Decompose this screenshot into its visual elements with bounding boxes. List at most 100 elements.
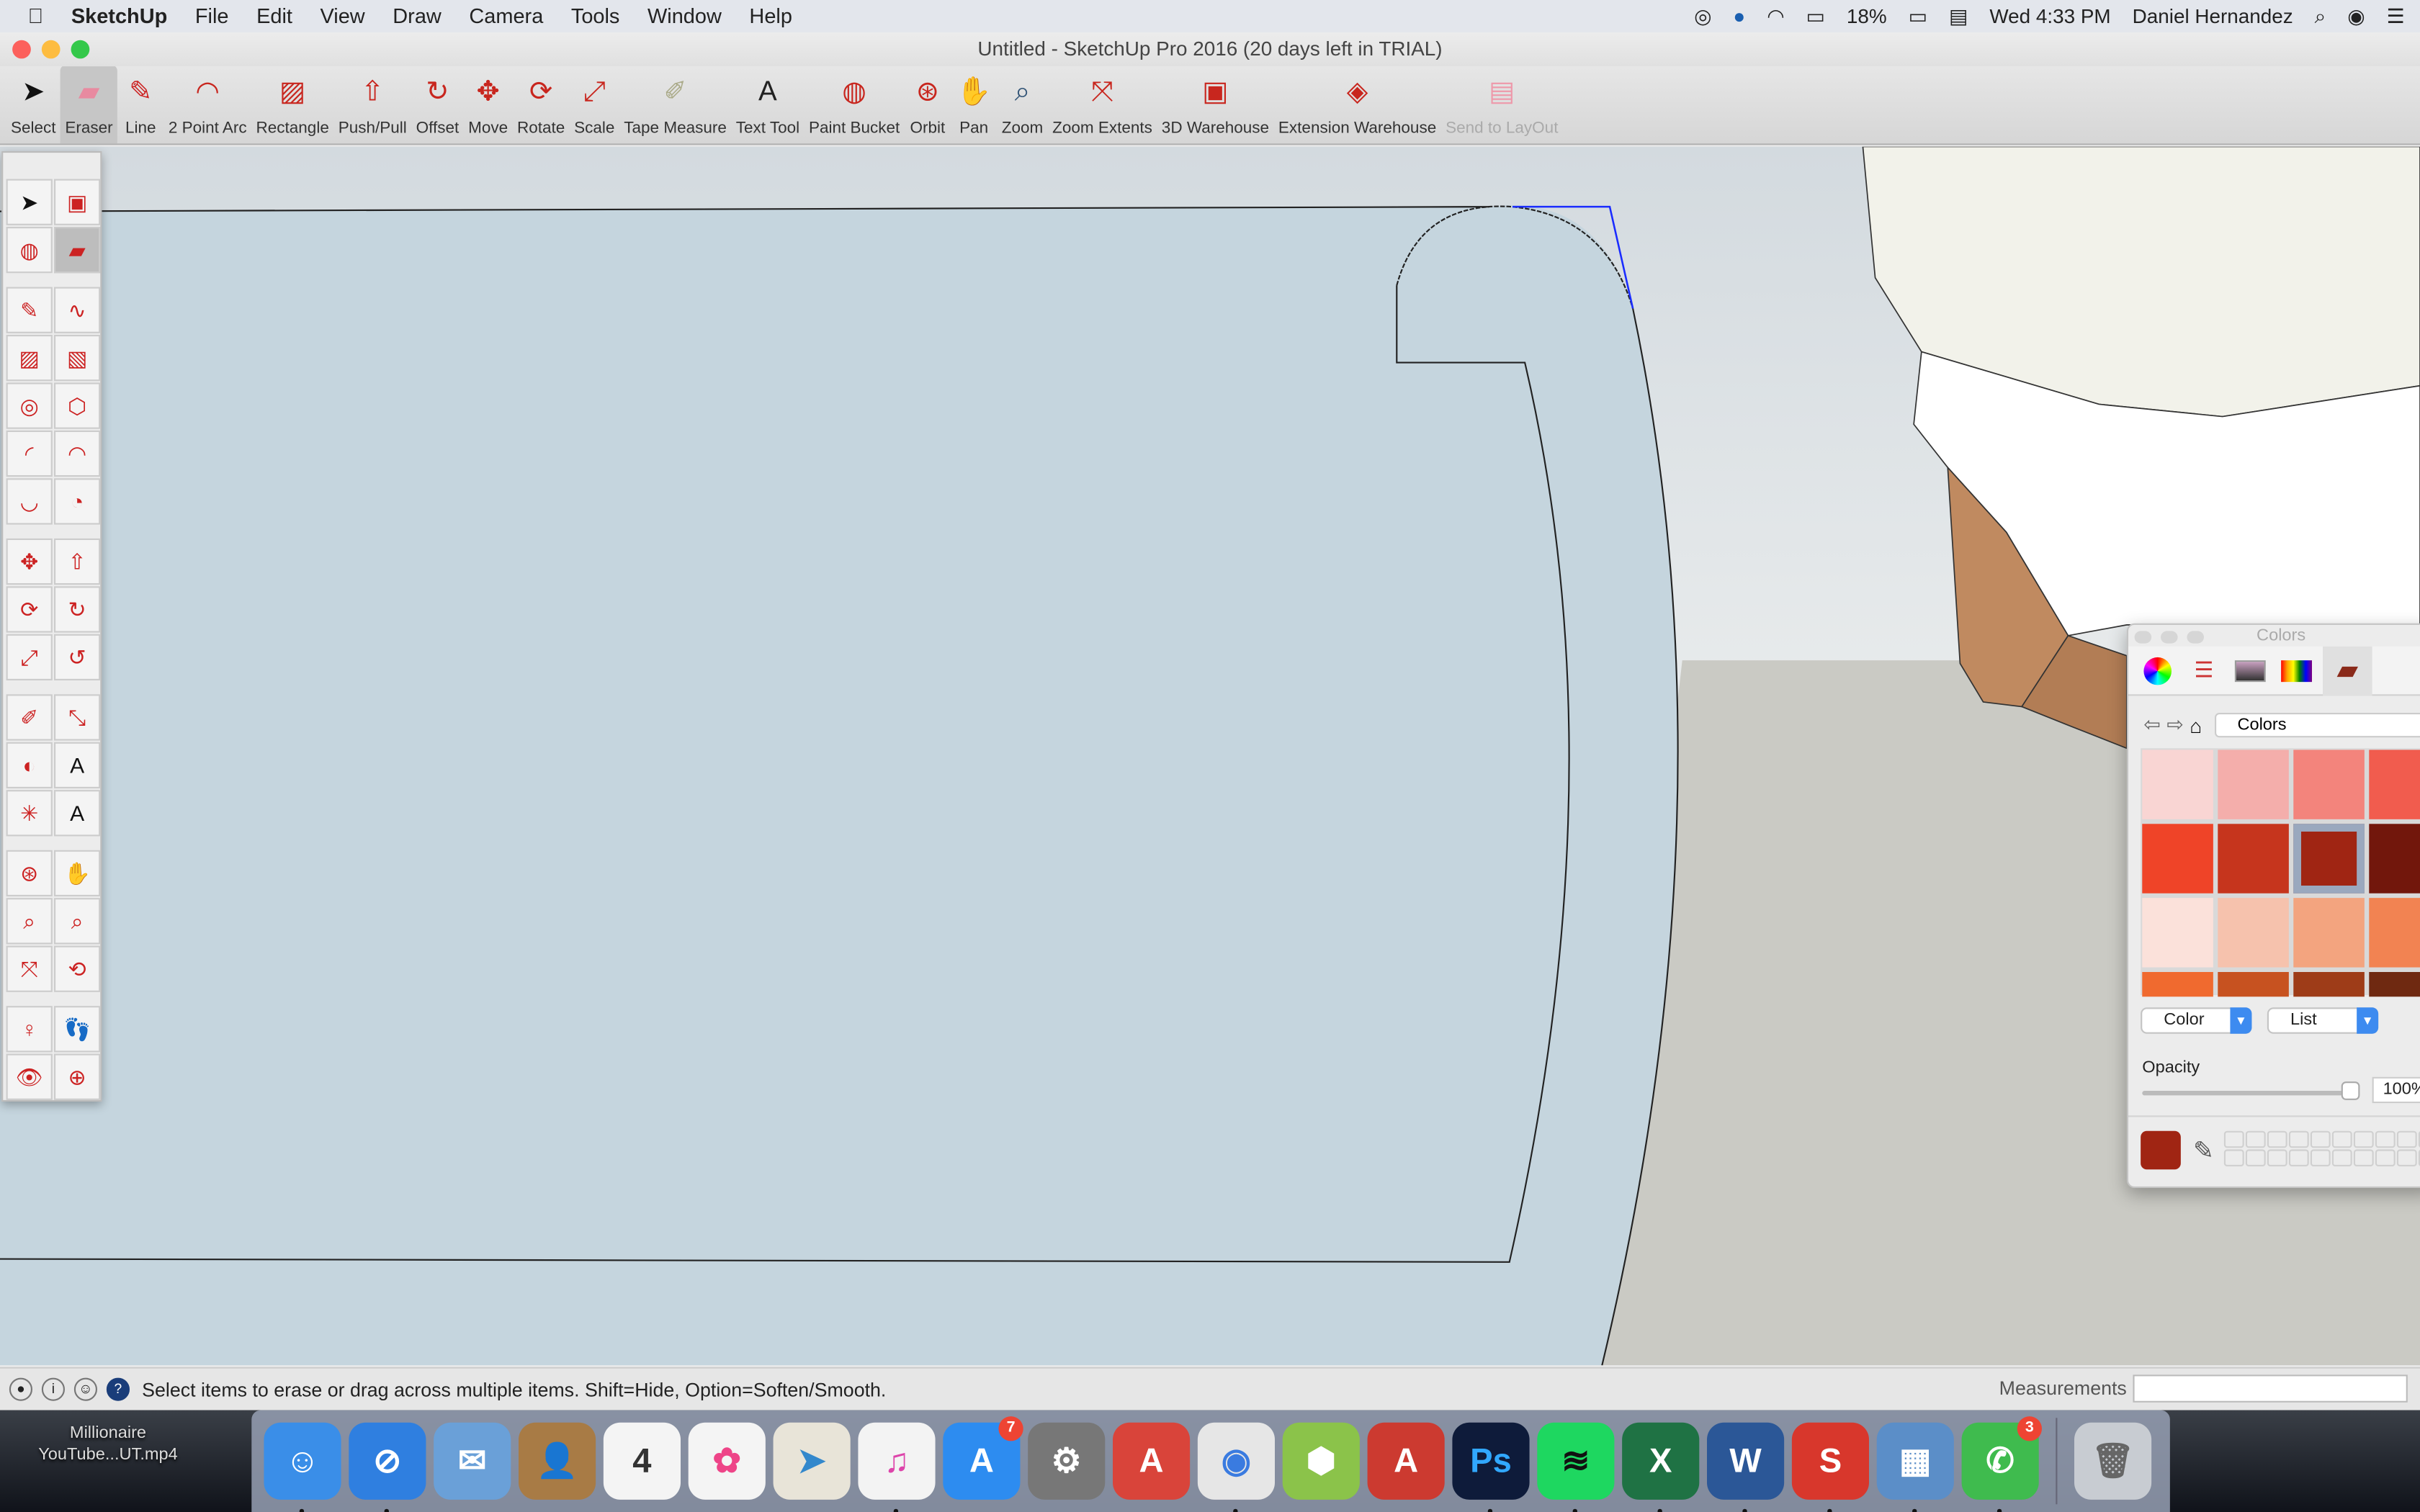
color-well[interactable]	[2331, 1149, 2352, 1166]
color-wheel-tab[interactable]	[2138, 650, 2178, 690]
dock-maps[interactable]: ➤	[773, 1422, 851, 1500]
dock-autocad[interactable]: A	[1113, 1422, 1191, 1500]
palette-move-button[interactable]: ✥	[6, 538, 53, 585]
dock-trash[interactable]: 🗑	[2074, 1422, 2152, 1500]
palette-rotate-button[interactable]: ⟳	[6, 586, 53, 633]
tool-extension-warehouse[interactable]: ◈ Extension Warehouse	[1273, 65, 1440, 143]
color-swatch[interactable]	[2369, 824, 2420, 894]
tool-move[interactable]: ✥ Move	[464, 65, 513, 143]
tool-paint-bucket[interactable]: ◍ Paint Bucket	[805, 65, 905, 143]
opacity-slider[interactable]	[2142, 1091, 2359, 1096]
color-swatch[interactable]	[2218, 898, 2289, 968]
color-swatch[interactable]	[2293, 898, 2365, 968]
tool-tape-measure[interactable]: ✐ Tape Measure	[619, 65, 731, 143]
tool-orbit[interactable]: ⊛ Orbit	[905, 65, 951, 143]
palette-3d-text-button[interactable]: A	[54, 790, 101, 837]
color-swatch[interactable]	[2369, 750, 2420, 819]
drawing-canvas[interactable]	[0, 146, 2420, 1366]
user-icon[interactable]: ☺	[73, 1377, 97, 1401]
color-swatch[interactable]	[2218, 824, 2289, 894]
dock-spotify[interactable]: ≋	[1537, 1422, 1615, 1512]
palette-section-plane-button[interactable]: ⊕	[54, 1053, 101, 1100]
battery-percent[interactable]: 18%	[1847, 4, 1887, 27]
clock[interactable]: Wed 4:33 PM	[1989, 4, 2110, 27]
tool-line[interactable]: ✎ Line	[117, 65, 163, 143]
color-well[interactable]	[2375, 1130, 2396, 1148]
measurements-input[interactable]	[2133, 1374, 2408, 1403]
palette-previous-view-button[interactable]: ⟲	[54, 945, 101, 992]
color-well[interactable]	[2223, 1149, 2244, 1166]
back-arrow-icon[interactable]: ⇦	[2143, 713, 2160, 737]
palette-zoom-extents-button[interactable]: ⤧	[6, 945, 53, 992]
dock-mail[interactable]: ✉	[434, 1422, 511, 1500]
color-well[interactable]	[2267, 1149, 2287, 1166]
spotlight-icon[interactable]: ⌕	[2315, 4, 2326, 28]
color-swatch[interactable]	[2369, 898, 2420, 968]
color-swatch[interactable]	[2142, 824, 2213, 894]
palette-component-button[interactable]: ▣	[54, 179, 101, 225]
color-well[interactable]	[2310, 1149, 2331, 1166]
menu-edit[interactable]: Edit	[256, 4, 292, 27]
color-well[interactable]	[2396, 1149, 2417, 1166]
tool-zoom[interactable]: ⌕ Zoom	[997, 65, 1047, 143]
palette-line-button[interactable]: ✎	[6, 287, 53, 333]
dock-word[interactable]: W	[1707, 1422, 1785, 1512]
color-well[interactable]	[2245, 1130, 2266, 1148]
palette-push-pull-button[interactable]: ⇧	[54, 538, 101, 585]
menu-app[interactable]: SketchUp	[71, 4, 167, 27]
desktop-file[interactable]: Millionaire YouTube...UT.mp4	[19, 1423, 198, 1466]
colors-close-button[interactable]	[2134, 631, 2152, 644]
tool-offset[interactable]: ↻ Offset	[411, 65, 463, 143]
tool-send-to-layout[interactable]: ▤ Send to LayOut	[1441, 65, 1563, 143]
opacity-slider-thumb[interactable]	[2341, 1081, 2360, 1100]
tool-push-pull[interactable]: ⇧ Push/Pull	[333, 65, 411, 143]
view-mode-select[interactable]: List ▼	[2267, 1007, 2379, 1034]
dock-safari[interactable]: ⊘	[349, 1422, 426, 1512]
tool-3d-warehouse[interactable]: ▣ 3D Warehouse	[1157, 65, 1273, 143]
colors-zoom-button[interactable]	[2187, 631, 2204, 644]
tool-select[interactable]: ➤ Select	[6, 65, 60, 143]
menu-camera[interactable]: Camera	[469, 4, 543, 27]
menu-window[interactable]: Window	[647, 4, 722, 27]
eyedropper-icon[interactable]: ✎	[2193, 1135, 2214, 1166]
palette-two-point-arc-button[interactable]: ◠	[54, 430, 101, 477]
color-mode-select[interactable]: Color ▼	[2141, 1007, 2252, 1034]
color-well[interactable]	[2288, 1149, 2309, 1166]
credits-icon[interactable]: i	[41, 1377, 65, 1401]
color-well[interactable]	[2245, 1149, 2266, 1166]
app-status-icon[interactable]: ●	[1733, 4, 1745, 27]
battery-icon[interactable]: ▭	[1909, 4, 1927, 28]
palette-tape-measure-button[interactable]: ✐	[6, 694, 53, 741]
forward-arrow-icon[interactable]: ⇨	[2166, 713, 2183, 737]
color-well[interactable]	[2353, 1149, 2374, 1166]
dock-app[interactable]: ⬢	[1282, 1422, 1360, 1500]
dock-photos[interactable]: ✿	[688, 1422, 766, 1500]
color-swatch[interactable]	[2293, 972, 2365, 997]
dock-whatsapp[interactable]: ✆ 3	[1961, 1416, 2042, 1512]
colors-minimize-button[interactable]	[2161, 631, 2178, 644]
dock-finder[interactable]: ☺	[264, 1422, 341, 1512]
palette-selector[interactable]: Colors	[2214, 712, 2420, 738]
color-well[interactable]	[2310, 1130, 2331, 1148]
crayons-tab[interactable]: ▰	[2323, 645, 2372, 696]
palette-zoom-button[interactable]: ⌕	[6, 898, 53, 945]
dock-autocad-2[interactable]: A	[1367, 1422, 1445, 1500]
palette-rectangle-button[interactable]: ▨	[6, 335, 53, 382]
close-button[interactable]	[12, 40, 31, 59]
minimize-button[interactable]	[41, 40, 60, 59]
tool-2-point-arc[interactable]: ◠ 2 Point Arc	[163, 65, 251, 143]
palette-arc-button[interactable]: ◜	[6, 430, 53, 477]
color-well[interactable]	[2288, 1130, 2309, 1148]
color-well[interactable]	[2353, 1130, 2374, 1148]
palette-circle-button[interactable]: ◎	[6, 382, 53, 429]
instructor-help-icon[interactable]: ?	[106, 1377, 130, 1401]
tool-zoom-extents[interactable]: ⤧ Zoom Extents	[1048, 65, 1157, 143]
dock-photoshop[interactable]: Ps	[1452, 1422, 1530, 1512]
palette-offset-button[interactable]: ↺	[54, 634, 101, 680]
dock-preview[interactable]: ▦	[1876, 1422, 1954, 1512]
geo-location-icon[interactable]: ●	[9, 1377, 32, 1401]
tool-pan[interactable]: ✋ Pan	[951, 65, 997, 143]
siri-icon[interactable]: ◉	[2347, 4, 2365, 28]
opacity-field[interactable]: 100%	[2372, 1076, 2420, 1104]
menu-view[interactable]: View	[321, 4, 365, 27]
